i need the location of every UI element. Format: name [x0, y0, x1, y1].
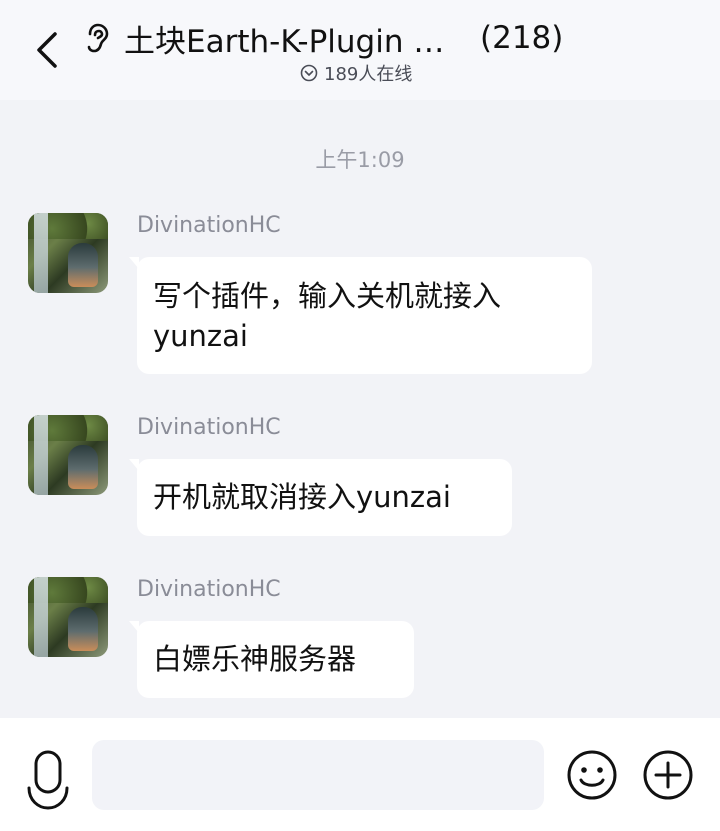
message-bubble[interactable]: 白嫖乐神服务器 — [129, 621, 414, 698]
message-bubble[interactable]: 开机就取消接入yunzai — [129, 459, 512, 536]
member-count: (218) — [480, 20, 564, 56]
sender-avatar[interactable] — [28, 213, 108, 293]
online-count: 189人在线 — [324, 64, 413, 85]
chevron-left-icon — [37, 32, 57, 68]
sender-name: DivinationHC — [137, 577, 281, 602]
ear-icon[interactable] — [82, 22, 112, 54]
message-text: 开机就取消接入yunzai — [153, 480, 451, 514]
time-divider: 上午1:09 — [315, 148, 405, 172]
back-button[interactable] — [26, 26, 66, 74]
sender-avatar[interactable] — [28, 577, 108, 657]
group-name: 土块Earth-K-Plugin &… — [124, 23, 464, 60]
input-bar — [0, 718, 720, 831]
sender-avatar[interactable] — [28, 415, 108, 495]
message-text: 写个插件，输入关机就接入 — [153, 279, 502, 313]
microphone-icon[interactable] — [24, 748, 72, 820]
sender-name: DivinationHC — [137, 213, 281, 238]
message-bubble[interactable]: 写个插件，输入关机就接入 yunzai — [129, 257, 592, 374]
smiley-icon[interactable] — [566, 749, 618, 801]
chat-header: 土块Earth-K-Plugin &… (218) 189人在线 — [0, 0, 720, 100]
plus-circle-icon[interactable] — [642, 749, 694, 801]
chevron-down-circle-icon — [300, 64, 318, 82]
message-text: 白嫖乐神服务器 — [153, 642, 357, 676]
sender-name: DivinationHC — [137, 415, 281, 440]
message-text: yunzai — [153, 319, 248, 353]
chat-title[interactable]: 土块Earth-K-Plugin &… (218) — [124, 16, 584, 60]
message-input[interactable] — [92, 740, 544, 810]
online-status[interactable]: 189人在线 — [300, 60, 412, 86]
